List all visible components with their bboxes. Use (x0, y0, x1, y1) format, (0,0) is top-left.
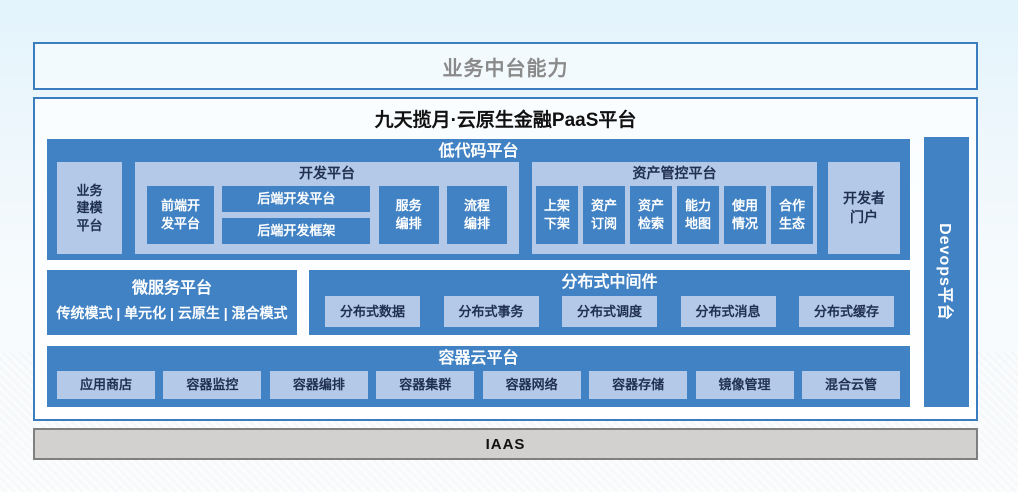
lowcode-platform-section: 低代码平台 业务建模平台 开发平台 前端开发平台 后端开发平台 后端开发框架 服… (47, 139, 910, 260)
dev-platform-group: 开发平台 前端开发平台 后端开发平台 后端开发框架 服务编排 流程编排 (135, 162, 519, 254)
asset-item-ecosystem-box: 合作生态 (771, 186, 813, 244)
dev-platform-title: 开发平台 (135, 162, 519, 182)
backend-stack: 后端开发平台 后端开发框架 (222, 186, 370, 244)
container-monitor-box: 容器监控 (163, 371, 261, 399)
service-orchestration-label: 服务编排 (395, 197, 422, 232)
platform-title: 九天揽月·云原生金融PaaS平台 (35, 105, 976, 132)
hybrid-cloud-mgmt-box: 混合云管 (802, 371, 900, 399)
paas-platform-container: 九天揽月·云原生金融PaaS平台 低代码平台 业务建模平台 开发平台 前端开发平… (33, 97, 978, 421)
container-orchestration-box: 容器编排 (270, 371, 368, 399)
architecture-diagram: 业务中台能力 九天揽月·云原生金融PaaS平台 低代码平台 业务建模平台 开发平… (0, 0, 1018, 492)
business-midplatform-capability-box: 业务中台能力 (33, 42, 978, 90)
asset-management-group: 资产管控平台 上架下架 资产订阅 资产检索 能力地图 使用情况 (532, 162, 817, 254)
middleware-message-box: 分布式消息 (681, 296, 776, 327)
middleware-data-box: 分布式数据 (325, 296, 420, 327)
process-orchestration-box: 流程编排 (447, 186, 507, 244)
distributed-middleware-items: 分布式数据 分布式事务 分布式调度 分布式消息 分布式缓存 (309, 296, 910, 327)
frontend-dev-platform-box: 前端开发平台 (147, 186, 214, 244)
asset-item-subscribe-box: 资产订阅 (583, 186, 625, 244)
container-network-box: 容器网络 (483, 371, 581, 399)
container-cloud-items: 应用商店 容器监控 容器编排 容器集群 容器网络 容器存储 镜像管理 混合云管 (47, 371, 910, 399)
middleware-scheduling-box: 分布式调度 (562, 296, 657, 327)
asset-item-capability-map-label: 能力地图 (685, 197, 712, 232)
asset-item-ecosystem-label: 合作生态 (779, 197, 806, 232)
iaas-label: IAAS (486, 436, 526, 453)
container-cloud-section: 容器云平台 应用商店 容器监控 容器编排 容器集群 容器网络 容器存储 镜像管理… (47, 346, 910, 407)
backend-dev-platform-box: 后端开发平台 (222, 186, 370, 212)
iaas-bar: IAAS (33, 428, 978, 460)
devops-platform-bar: Devops平台 (924, 137, 969, 407)
container-cloud-title: 容器云平台 (47, 346, 910, 369)
asset-item-capability-map-box: 能力地图 (677, 186, 719, 244)
asset-item-usage-box: 使用情况 (724, 186, 766, 244)
service-orchestration-box: 服务编排 (379, 186, 439, 244)
distributed-middleware-section: 分布式中间件 分布式数据 分布式事务 分布式调度 分布式消息 分布式缓存 (309, 270, 910, 335)
image-management-box: 镜像管理 (696, 371, 794, 399)
asset-item-shelf-box: 上架下架 (536, 186, 578, 244)
developer-portal-label: 开发者门户 (843, 189, 886, 227)
container-storage-box: 容器存储 (589, 371, 687, 399)
asset-item-search-box: 资产检索 (630, 186, 672, 244)
microservice-platform-title: 微服务平台 (47, 270, 297, 299)
microservice-platform-section: 微服务平台 传统模式 | 单元化 | 云原生 | 混合模式 (47, 270, 297, 335)
middleware-transaction-box: 分布式事务 (444, 296, 539, 327)
app-store-box: 应用商店 (57, 371, 155, 399)
asset-item-search-label: 资产检索 (638, 197, 665, 232)
middleware-cache-box: 分布式缓存 (799, 296, 894, 327)
dev-platform-items: 前端开发平台 后端开发平台 后端开发框架 服务编排 流程编排 (135, 186, 519, 250)
asset-item-usage-label: 使用情况 (732, 197, 759, 232)
asset-management-title: 资产管控平台 (532, 162, 817, 182)
developer-portal-box: 开发者门户 (828, 162, 900, 254)
container-cluster-box: 容器集群 (376, 371, 474, 399)
business-midplatform-capability-label: 业务中台能力 (443, 52, 569, 81)
asset-item-subscribe-label: 资产订阅 (591, 197, 618, 232)
microservice-modes: 传统模式 | 单元化 | 云原生 | 混合模式 (47, 299, 297, 323)
asset-management-items: 上架下架 资产订阅 资产检索 能力地图 使用情况 合作生态 (532, 186, 817, 250)
business-modeling-platform-box: 业务建模平台 (57, 162, 122, 254)
lowcode-platform-title: 低代码平台 (47, 139, 910, 162)
asset-item-shelf-label: 上架下架 (544, 197, 571, 232)
devops-platform-label: Devops平台 (935, 223, 959, 321)
frontend-dev-platform-label: 前端开发平台 (161, 197, 201, 232)
distributed-middleware-title: 分布式中间件 (309, 270, 910, 293)
backend-dev-framework-box: 后端开发框架 (222, 218, 370, 244)
process-orchestration-label: 流程编排 (464, 197, 491, 232)
business-modeling-platform-label: 业务建模平台 (76, 182, 103, 235)
